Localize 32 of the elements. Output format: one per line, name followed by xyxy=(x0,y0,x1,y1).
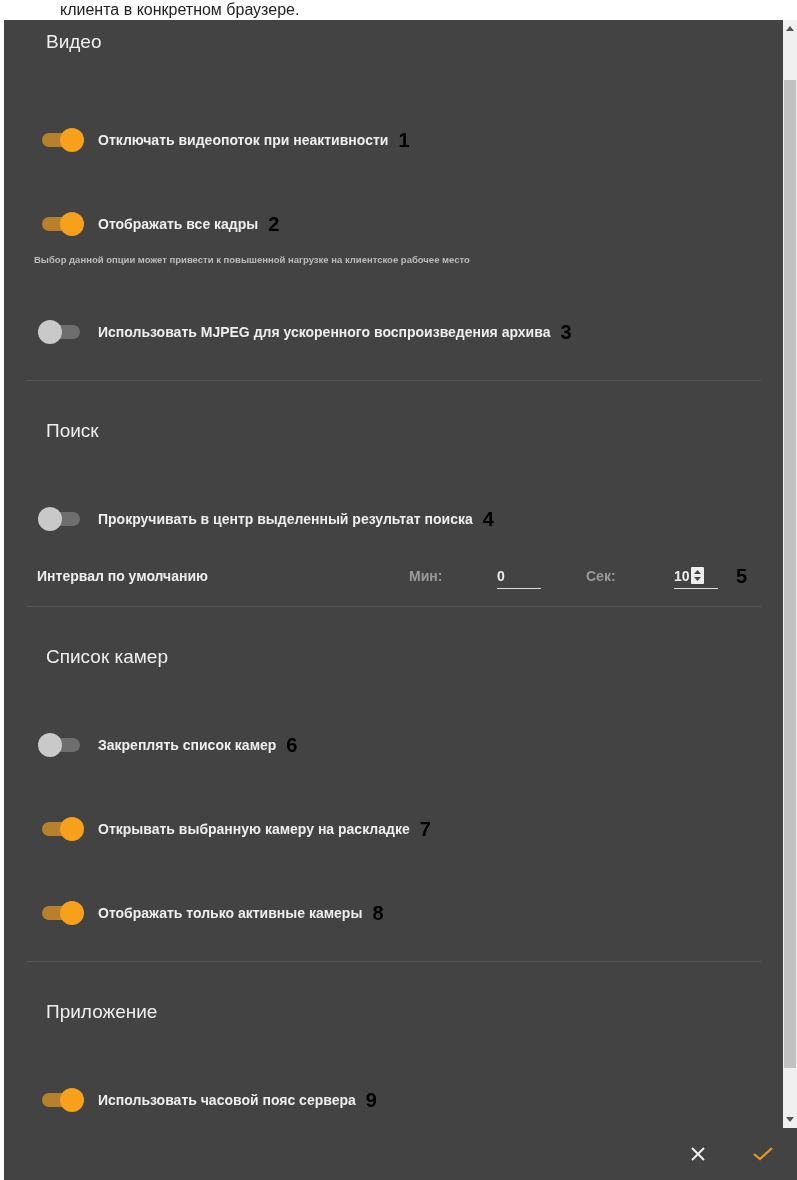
toggle-label: Прокручивать в центр выделенный результат поиска xyxy=(98,511,473,527)
toggle-label: Использовать MJPEG для ускоренного воспроизведения архива xyxy=(98,324,551,340)
section-heading: Список камер xyxy=(46,646,168,667)
check-icon xyxy=(753,1147,773,1161)
number-field[interactable]: 10 xyxy=(674,563,718,589)
toggle-label: Отключать видеопоток при неактивности xyxy=(98,132,389,148)
toggle-label: Отображать все кадры xyxy=(98,216,259,232)
callout-number: 4 xyxy=(482,507,494,531)
callout-number: 6 xyxy=(286,733,298,757)
callout-number: 5 xyxy=(736,564,748,588)
number-field[interactable]: 0 xyxy=(497,563,541,589)
scrollbar[interactable] xyxy=(783,20,797,1128)
callout-number: 8 xyxy=(372,901,384,925)
spinner-icon[interactable] xyxy=(690,567,704,584)
close-icon xyxy=(691,1147,705,1161)
callout-number: 7 xyxy=(419,817,431,841)
interval-label: Интервал по умолчанию xyxy=(37,568,210,584)
toggle-label: Использовать часовой пояс сервера xyxy=(98,1092,356,1108)
section-heading: Поиск xyxy=(46,420,99,441)
hint-text: Выбор данной опции может привести к повышенной нагрузке на клиентское рабочее место xyxy=(34,254,470,265)
toggle-label: Открывать выбранную камеру на раскладке xyxy=(98,821,410,837)
toggle-label: Отображать только активные камеры xyxy=(98,905,363,921)
section-heading: Видео xyxy=(46,31,102,52)
callout-number: 9 xyxy=(365,1088,377,1112)
field-label: Сек: xyxy=(586,568,617,584)
page-text: клиента в конкретном браузере. xyxy=(60,1,300,18)
callout-number: 3 xyxy=(560,320,572,344)
callout-number: 2 xyxy=(268,212,280,236)
field-label: Мин: xyxy=(409,568,444,584)
callout-number: 1 xyxy=(398,128,410,152)
toggle-label: Закреплять список камер xyxy=(98,737,277,753)
section-heading: Приложение xyxy=(46,1001,158,1022)
